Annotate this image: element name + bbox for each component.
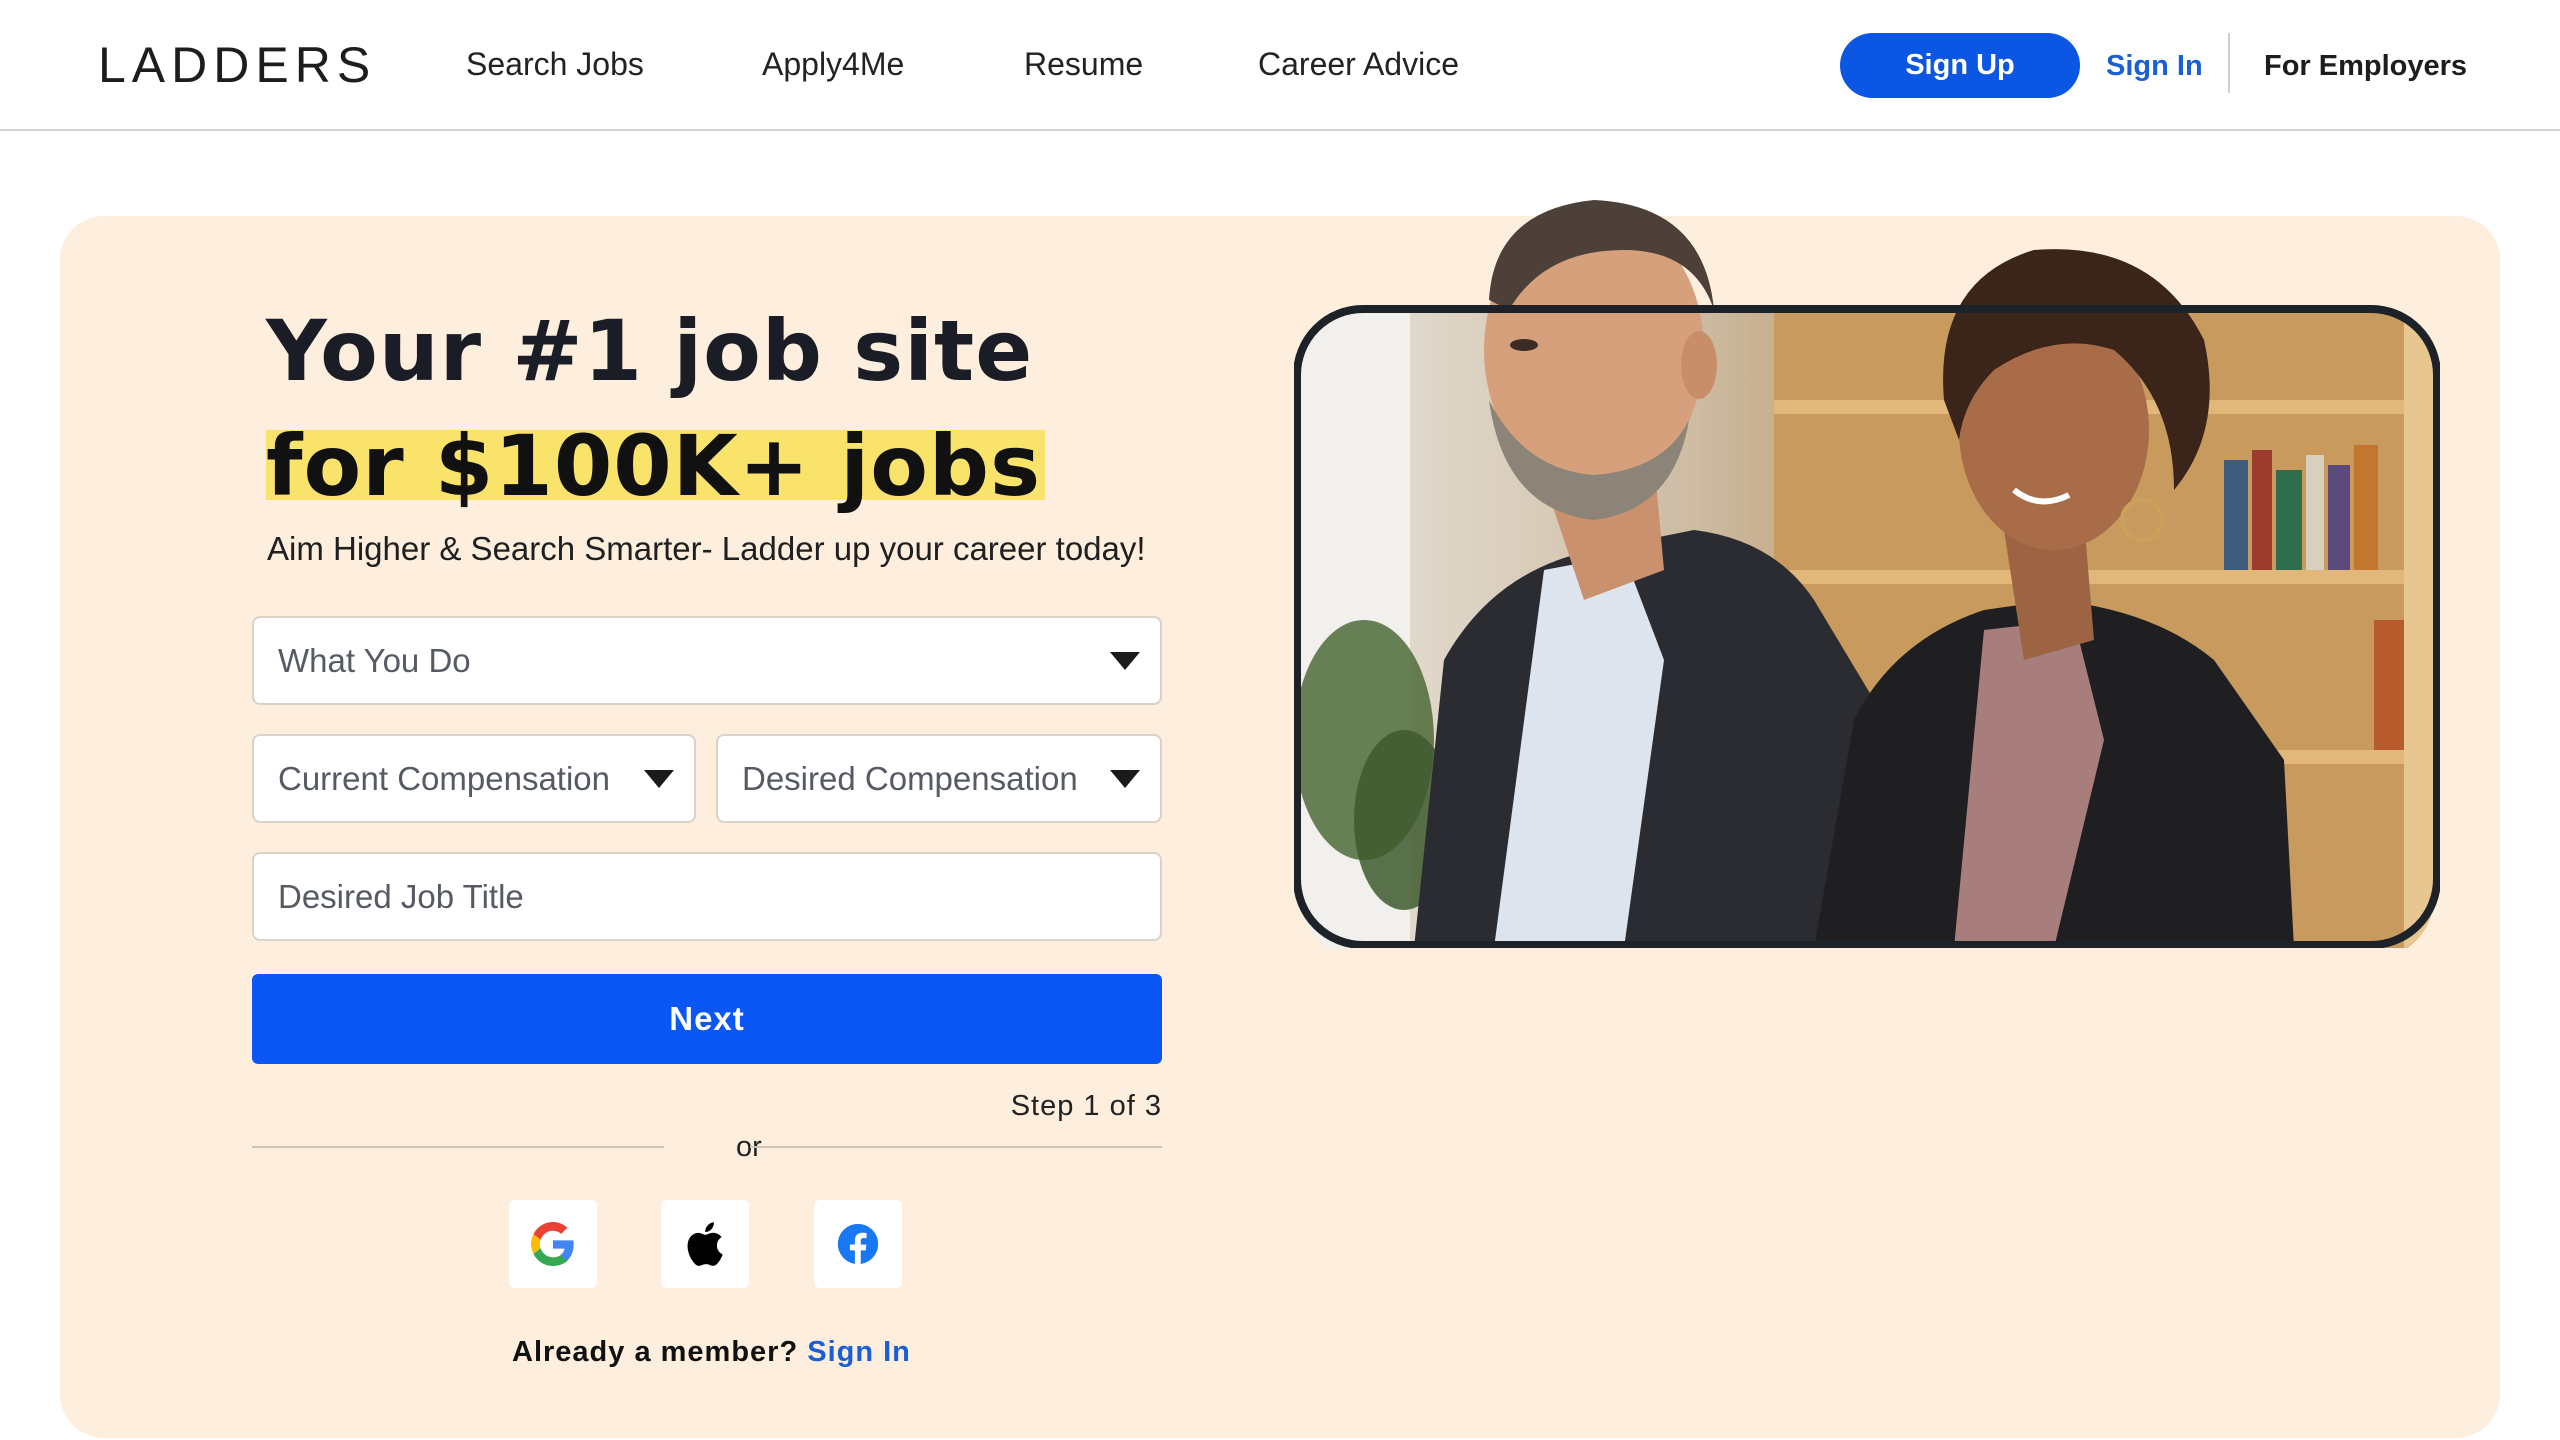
caret-down-icon [1110,769,1140,788]
facebook-icon [837,1223,879,1266]
caret-down-icon [644,769,674,788]
apple-icon [687,1222,723,1266]
google-icon [531,1222,574,1266]
for-employers-link[interactable]: For Employers [2264,47,2467,85]
already-member-label: Already a member? [512,1336,799,1368]
caret-down-icon [1110,651,1140,670]
desired-compensation-select[interactable]: Desired Compensation [716,734,1162,823]
desired-job-title-input[interactable] [278,877,1160,916]
nav-career-advice[interactable]: Career Advice [1258,44,1459,84]
current-compensation-select[interactable]: Current Compensation [252,734,696,823]
what-you-do-select[interactable]: What You Do [252,616,1162,705]
next-button[interactable]: Next [252,974,1162,1064]
what-you-do-label: What You Do [278,641,471,679]
nav-resume[interactable]: Resume [1024,44,1143,84]
ladders-logo[interactable]: LADDERS [98,38,376,92]
header-divider [2228,33,2230,93]
current-compensation-label: Current Compensation [278,759,610,797]
hero-title-line1: Your #1 job site [266,302,1034,400]
apple-signin-button[interactable] [661,1200,749,1288]
hero-photo-people [1294,200,2440,948]
sign-in-link[interactable]: Sign In [2106,47,2203,85]
nav-search-jobs[interactable]: Search Jobs [466,44,644,84]
facebook-signin-button[interactable] [814,1200,902,1288]
or-divider-right [750,1146,1162,1148]
nav-apply4me[interactable]: Apply4Me [762,44,904,84]
desired-compensation-label: Desired Compensation [742,759,1078,797]
step-indicator: Step 1 of 3 [1010,1090,1162,1122]
desired-job-title-field[interactable] [252,852,1162,941]
already-member-text: Already a member? Sign In [512,1334,911,1370]
member-sign-in-link[interactable]: Sign In [807,1336,911,1368]
or-divider-left [252,1146,664,1148]
hero-subtitle: Aim Higher & Search Smarter- Ladder up y… [267,530,1146,567]
sign-up-button[interactable]: Sign Up [1840,33,2080,98]
hero-title-line2-highlighted: for $100K+ jobs [266,416,1046,516]
google-signin-button[interactable] [509,1200,597,1288]
